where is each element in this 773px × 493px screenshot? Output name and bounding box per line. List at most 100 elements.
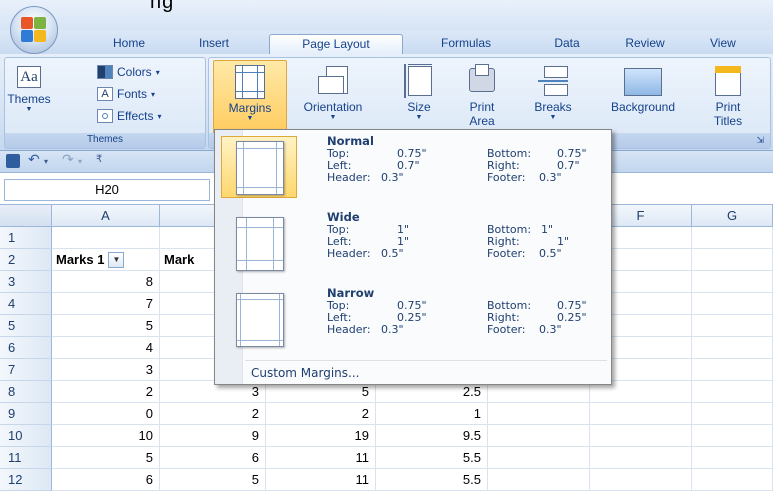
page-normal-icon xyxy=(236,141,284,195)
chevron-down-icon[interactable]: ▾ xyxy=(78,157,82,166)
table-cell[interactable] xyxy=(488,469,590,491)
cell-value[interactable]: 3 xyxy=(52,359,160,381)
table-cell[interactable] xyxy=(692,227,773,249)
redo-icon[interactable]: ↷ xyxy=(62,152,74,168)
cell-value[interactable]: 8 xyxy=(52,271,160,293)
cell-value[interactable]: 10 xyxy=(52,425,160,447)
undo-icon[interactable]: ↶ xyxy=(28,152,40,168)
cell-value[interactable]: 2 xyxy=(266,403,376,425)
chevron-down-icon[interactable]: ▾ xyxy=(44,157,48,166)
cell-value[interactable]: 2 xyxy=(52,381,160,403)
name-box[interactable]: H20 xyxy=(4,179,210,201)
preset-header-value: 0.3" xyxy=(381,323,404,336)
size-button[interactable]: Size ▼ xyxy=(399,64,439,122)
cell-value[interactable]: 11 xyxy=(266,469,376,491)
cell-value[interactable]: 6 xyxy=(160,447,266,469)
table-cell[interactable] xyxy=(692,271,773,293)
row-header[interactable]: 11 xyxy=(0,447,52,469)
select-all-corner[interactable] xyxy=(0,205,52,227)
tab-review[interactable]: Review xyxy=(614,34,676,54)
cell-value[interactable]: 6 xyxy=(52,469,160,491)
effects-button[interactable]: Effects ▾ xyxy=(97,106,161,126)
colors-button[interactable]: Colors ▾ xyxy=(97,62,160,82)
table-cell[interactable] xyxy=(590,425,692,447)
dialog-launcher-icon[interactable]: ⇲ xyxy=(756,135,764,145)
table-cell[interactable] xyxy=(692,403,773,425)
themes-button[interactable]: Aa Themes ▼ xyxy=(7,64,51,114)
column-header-g[interactable]: G xyxy=(692,205,773,227)
tab-page-layout[interactable]: Page Layout xyxy=(269,34,403,54)
page-wide-icon xyxy=(236,217,284,271)
table-cell[interactable] xyxy=(488,447,590,469)
row-header[interactable]: 10 xyxy=(0,425,52,447)
margin-preset-wide[interactable]: Wide Top: 1" Left: 1" Header: 0.5" Botto… xyxy=(219,208,609,280)
row-header[interactable]: 12 xyxy=(0,469,52,491)
cell-value[interactable]: 9.5 xyxy=(376,425,488,447)
filter-dropdown-icon[interactable]: ▼ xyxy=(108,251,125,268)
save-icon[interactable] xyxy=(6,154,20,168)
margins-button[interactable]: Margins ▼ xyxy=(213,60,287,136)
table-cell[interactable] xyxy=(692,315,773,337)
clipped-caption: ng xyxy=(150,0,175,13)
row-header[interactable]: 7 xyxy=(0,359,52,381)
background-icon xyxy=(620,64,666,98)
row-header[interactable]: 4 xyxy=(0,293,52,315)
chevron-down-icon: ▼ xyxy=(329,114,337,121)
row-header[interactable]: 1 xyxy=(0,227,52,249)
tab-insert[interactable]: Insert xyxy=(188,34,240,54)
tab-data[interactable]: Data xyxy=(544,34,590,54)
header-cell-marks-1[interactable]: Marks 1 ▼ xyxy=(52,249,160,271)
margin-preset-narrow[interactable]: Narrow Top: 0.75" Left: 0.25" Header: 0.… xyxy=(219,284,609,356)
cell-value[interactable]: 9 xyxy=(160,425,266,447)
custom-margins-item[interactable]: Custom Margins... xyxy=(251,366,359,380)
office-logo-icon xyxy=(21,17,47,43)
fonts-button[interactable]: A Fonts ▾ xyxy=(97,84,155,104)
table-cell[interactable] xyxy=(590,403,692,425)
table-cell[interactable] xyxy=(52,227,160,249)
breaks-button[interactable]: Breaks ▼ xyxy=(525,64,581,122)
row-header[interactable]: 3 xyxy=(0,271,52,293)
cell-value[interactable]: 5 xyxy=(52,315,160,337)
print-titles-button[interactable]: Print Titles xyxy=(703,64,753,128)
cell-value[interactable]: 0 xyxy=(52,403,160,425)
table-cell[interactable] xyxy=(692,425,773,447)
cell-value[interactable]: 5.5 xyxy=(376,447,488,469)
table-cell[interactable] xyxy=(488,425,590,447)
cell-value[interactable]: 19 xyxy=(266,425,376,447)
margins-label: Margins xyxy=(228,101,272,115)
tab-home[interactable]: Home xyxy=(100,34,158,54)
cell-value[interactable]: 7 xyxy=(52,293,160,315)
table-cell[interactable] xyxy=(692,337,773,359)
table-cell[interactable] xyxy=(590,469,692,491)
orientation-button[interactable]: Orientation ▼ xyxy=(291,64,375,122)
table-cell[interactable] xyxy=(692,293,773,315)
table-cell[interactable] xyxy=(692,469,773,491)
row-header[interactable]: 6 xyxy=(0,337,52,359)
row-header[interactable]: 9 xyxy=(0,403,52,425)
margin-preset-normal[interactable]: Normal Top: 0.75" Left: 0.7" Header: 0.3… xyxy=(219,132,609,204)
table-cell[interactable] xyxy=(692,381,773,403)
table-cell[interactable] xyxy=(692,447,773,469)
row-header[interactable]: 8 xyxy=(0,381,52,403)
cell-value[interactable]: 5 xyxy=(160,469,266,491)
column-header-a[interactable]: A xyxy=(52,205,160,227)
table-cell[interactable] xyxy=(692,359,773,381)
table-cell[interactable] xyxy=(692,249,773,271)
print-area-button[interactable]: Print Area xyxy=(457,64,507,128)
row-header[interactable]: 2 xyxy=(0,249,52,271)
row-header[interactable]: 5 xyxy=(0,315,52,337)
table-cell[interactable] xyxy=(590,447,692,469)
tab-formulas[interactable]: Formulas xyxy=(424,34,508,54)
cell-value[interactable]: 5 xyxy=(52,447,160,469)
cell-value[interactable]: 5.5 xyxy=(376,469,488,491)
cell-value[interactable]: 2 xyxy=(160,403,266,425)
cell-value[interactable]: 4 xyxy=(52,337,160,359)
tab-view[interactable]: View xyxy=(702,34,772,54)
cell-value[interactable]: 11 xyxy=(266,447,376,469)
background-button[interactable]: Background xyxy=(591,64,695,114)
chevron-down-icon: ▼ xyxy=(415,114,423,121)
table-cell[interactable] xyxy=(488,403,590,425)
customize-qat-icon[interactable]: ₹ xyxy=(96,154,102,165)
cell-value[interactable]: 1 xyxy=(376,403,488,425)
office-button[interactable] xyxy=(10,6,58,54)
